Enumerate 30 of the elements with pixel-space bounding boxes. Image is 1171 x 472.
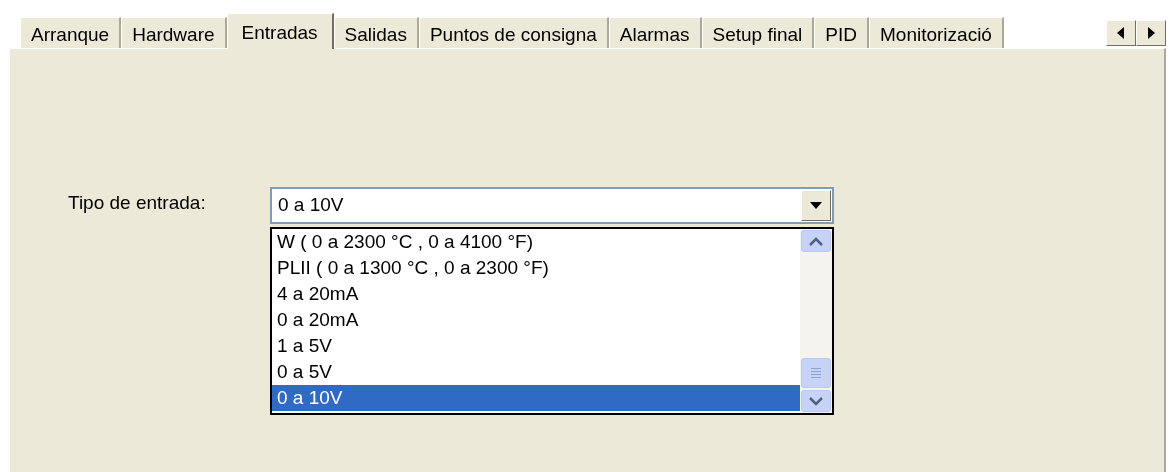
scroll-left-button[interactable] bbox=[1106, 20, 1136, 46]
tab[interactable]: Arranque bbox=[20, 17, 122, 48]
tab[interactable]: PID bbox=[814, 17, 869, 48]
dropdown-button[interactable] bbox=[801, 190, 831, 221]
dropdown-option[interactable]: 0 a 5V bbox=[272, 359, 800, 385]
left-arrow-icon bbox=[1117, 27, 1125, 39]
dropdown-option[interactable]: PLII ( 0 a 1300 °C , 0 a 2300 °F) bbox=[272, 255, 800, 281]
dropdown-option[interactable]: 0 a 20mA bbox=[272, 307, 800, 333]
scroll-up-button[interactable] bbox=[801, 230, 831, 252]
field-label: Tipo de entrada: bbox=[68, 191, 207, 215]
tab[interactable]: Monitorizació bbox=[869, 17, 1004, 48]
tab[interactable]: Setup final bbox=[701, 17, 815, 48]
tab[interactable]: Hardware bbox=[121, 17, 227, 48]
scroll-right-button[interactable] bbox=[1136, 20, 1166, 46]
chevron-down-icon bbox=[809, 396, 823, 406]
tab[interactable]: Puntos de consigna bbox=[418, 17, 609, 48]
tab[interactable]: Alarmas bbox=[608, 17, 702, 48]
dropdown-option[interactable]: 4 a 20mA bbox=[272, 281, 800, 307]
scroll-down-button[interactable] bbox=[801, 390, 831, 412]
dropdown-option[interactable]: W ( 0 a 2300 °C , 0 a 4100 °F) bbox=[272, 229, 800, 255]
caret-icon bbox=[810, 202, 822, 209]
dropdown-option[interactable]: 0 a 10V bbox=[272, 385, 800, 411]
right-arrow-icon bbox=[1147, 27, 1155, 39]
dropdown-option[interactable]: 1 a 5V bbox=[272, 333, 800, 359]
chevron-up-icon bbox=[809, 236, 823, 246]
input-type-dropdown[interactable]: 0 a 10V bbox=[270, 187, 834, 224]
tab[interactable]: Salidas bbox=[333, 17, 419, 48]
scroll-thumb[interactable] bbox=[801, 358, 831, 388]
scrollbar[interactable] bbox=[800, 229, 832, 413]
tab[interactable]: Entradas bbox=[226, 13, 334, 49]
